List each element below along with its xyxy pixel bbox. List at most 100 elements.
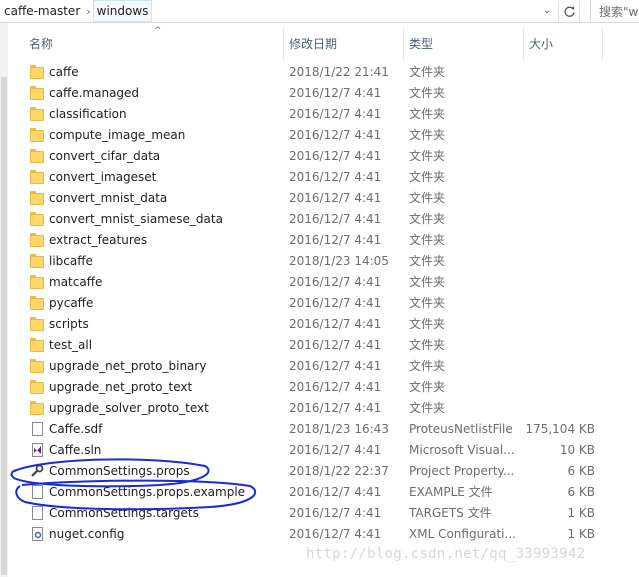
breadcrumb-item-windows[interactable]: windows [92, 0, 153, 22]
folder-icon [30, 401, 44, 415]
address-bar[interactable]: caffe-master › windows ⌄ 搜索"wi [0, 0, 639, 23]
file-modified-date: 2016/12/7 4:41 [289, 338, 382, 352]
file-name: upgrade_solver_proto_text [49, 401, 209, 415]
folder-icon [30, 107, 44, 121]
file-type: XML Configurati... [409, 527, 516, 541]
file-row[interactable]: pycaffe 2016/12/7 4:41 文件夹 [0, 293, 639, 314]
file-modified-date: 2016/12/7 4:41 [289, 296, 382, 310]
file-row[interactable]: convert_cifar_data 2016/12/7 4:41 文件夹 [0, 146, 639, 167]
file-row[interactable]: convert_mnist_data 2016/12/7 4:41 文件夹 [0, 188, 639, 209]
file-size: 175,104 KB [525, 422, 595, 436]
file-modified-date: 2016/12/7 4:41 [289, 443, 382, 457]
file-type: 文件夹 [409, 86, 446, 100]
file-type: 文件夹 [409, 317, 446, 331]
file-name: upgrade_net_proto_text [49, 380, 193, 394]
file-row[interactable]: compute_image_mean 2016/12/7 4:41 文件夹 [0, 125, 639, 146]
file-name: CommonSettings.props [49, 464, 190, 478]
file-modified-date: 2016/12/7 4:41 [289, 233, 382, 247]
config-file-icon [32, 527, 43, 541]
column-divider[interactable] [283, 29, 284, 59]
file-name: caffe [49, 65, 79, 79]
file-row[interactable]: libcaffe 2018/1/23 14:05 文件夹 [0, 251, 639, 272]
column-header-name[interactable]: 名称 [29, 36, 53, 52]
file-icon [32, 506, 43, 520]
file-row[interactable]: extract_features 2016/12/7 4:41 文件夹 [0, 230, 639, 251]
column-header: ^ 名称 修改日期 类型 大小 [8, 23, 639, 63]
file-name: upgrade_net_proto_binary [49, 359, 207, 373]
file-type: 文件夹 [409, 296, 446, 310]
file-row[interactable]: upgrade_net_proto_binary 2016/12/7 4:41 文件… [0, 356, 639, 377]
file-name: nuget.config [49, 527, 125, 541]
file-modified-date: 2016/12/7 4:41 [289, 485, 382, 499]
file-icon [32, 422, 43, 436]
file-type: 文件夹 [409, 233, 446, 247]
file-row[interactable]: caffe.managed 2016/12/7 4:41 文件夹 [0, 83, 639, 104]
file-type: 文件夹 [409, 401, 446, 415]
column-divider[interactable] [523, 29, 524, 59]
folder-icon [30, 65, 44, 79]
column-header-size[interactable]: 大小 [529, 36, 553, 52]
search-placeholder: 搜索"wi [599, 5, 639, 19]
file-row[interactable]: convert_mnist_siamese_data 2016/12/7 4:41… [0, 209, 639, 230]
file-modified-date: 2016/12/7 4:41 [289, 380, 382, 394]
file-modified-date: 2016/12/7 4:41 [289, 359, 382, 373]
file-type: 文件夹 [409, 65, 446, 79]
file-row[interactable]: nuget.config 2016/12/7 4:41 XML Configurat… [0, 524, 639, 545]
file-name: pycaffe [49, 296, 94, 310]
file-type: 文件夹 [409, 191, 446, 205]
file-size: 10 KB [559, 443, 595, 457]
file-modified-date: 2016/12/7 4:41 [289, 506, 382, 520]
file-icon [32, 485, 43, 499]
file-modified-date: 2016/12/7 4:41 [289, 128, 382, 142]
file-row[interactable]: classification 2016/12/7 4:41 文件夹 [0, 104, 639, 125]
file-modified-date: 2016/12/7 4:41 [289, 86, 382, 100]
file-size: 6 KB [567, 464, 595, 478]
file-name: convert_imageset [49, 170, 157, 184]
file-row[interactable]: CommonSettings.props.example 2016/12/7 4:… [0, 482, 639, 503]
file-row[interactable]: matcaffe 2016/12/7 4:41 文件夹 [0, 272, 639, 293]
file-name: test_all [49, 338, 93, 352]
file-modified-date: 2018/1/22 21:41 [289, 65, 389, 79]
folder-icon [30, 233, 44, 247]
watermark: http://blog.csdn.net/qq_33993942 [306, 546, 586, 562]
file-type: Project Property... [409, 464, 515, 478]
file-name: Caffe.sdf [49, 422, 103, 436]
column-header-date[interactable]: 修改日期 [289, 36, 337, 52]
file-row[interactable]: convert_imageset 2016/12/7 4:41 文件夹 [0, 167, 639, 188]
column-header-type[interactable]: 类型 [409, 36, 433, 52]
file-modified-date: 2016/12/7 4:41 [289, 275, 382, 289]
breadcrumb-chevron-icon[interactable]: › [84, 5, 92, 18]
file-name: extract_features [49, 233, 148, 247]
file-modified-date: 2016/12/7 4:41 [289, 107, 382, 121]
file-row[interactable]: CommonSettings.targets 2016/12/7 4:41 TARG… [0, 503, 639, 524]
file-name: libcaffe [49, 254, 93, 268]
column-divider[interactable] [403, 29, 404, 59]
file-row[interactable]: upgrade_solver_proto_text 2016/12/7 4:41 文… [0, 398, 639, 419]
folder-icon [30, 338, 44, 352]
file-row[interactable]: Caffe.sdf 2018/1/23 16:43 ProteusNetlistFi… [0, 419, 639, 440]
column-divider[interactable] [602, 29, 603, 59]
file-name: classification [49, 107, 127, 121]
folder-icon [30, 170, 44, 184]
file-row[interactable]: scripts 2016/12/7 4:41 文件夹 [0, 314, 639, 335]
refresh-button[interactable] [558, 1, 580, 21]
file-type: EXAMPLE 文件 [409, 485, 493, 499]
file-row[interactable]: test_all 2016/12/7 4:41 文件夹 [0, 335, 639, 356]
file-row[interactable]: Caffe.sln 2016/12/7 4:41 Microsoft Visual.… [0, 440, 639, 461]
file-row[interactable]: upgrade_net_proto_text 2016/12/7 4:41 文件夹 [0, 377, 639, 398]
file-row[interactable]: CommonSettings.props 2018/1/22 22:37 Proje… [0, 461, 639, 482]
folder-icon [30, 254, 44, 268]
address-history-dropdown[interactable]: ⌄ [539, 3, 555, 19]
file-type: 文件夹 [409, 128, 446, 142]
file-name: CommonSettings.props.example [49, 485, 246, 499]
folder-icon [30, 275, 44, 289]
file-type: 文件夹 [409, 338, 446, 352]
breadcrumb-item-caffe-master[interactable]: caffe-master [0, 1, 84, 21]
search-input[interactable]: 搜索"wi [590, 0, 639, 22]
file-type: TARGETS 文件 [409, 506, 492, 520]
file-modified-date: 2016/12/7 4:41 [289, 149, 382, 163]
sort-ascending-icon: ^ [154, 26, 162, 36]
file-type: ProteusNetlistFile [409, 422, 513, 436]
file-row[interactable]: caffe 2018/1/22 21:41 文件夹 [0, 62, 639, 83]
file-name: matcaffe [49, 275, 103, 289]
